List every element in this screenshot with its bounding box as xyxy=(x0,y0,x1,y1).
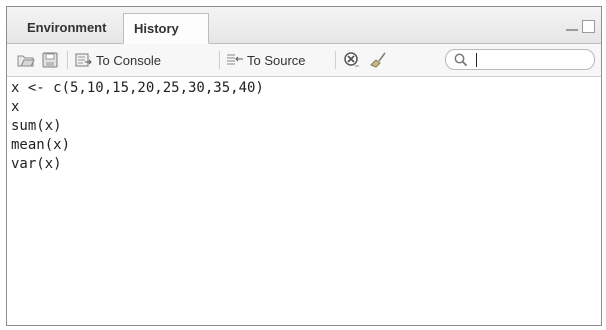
search-icon xyxy=(454,53,468,67)
history-search-input[interactable] xyxy=(445,49,595,70)
text-cursor xyxy=(476,53,477,67)
save-disk-icon xyxy=(42,52,58,68)
history-entry[interactable]: x <- c(5,10,15,20,25,30,35,40) xyxy=(11,79,597,98)
open-folder-icon xyxy=(17,55,35,67)
maximize-icon[interactable] xyxy=(582,20,595,33)
history-list[interactable]: x <- c(5,10,15,20,25,30,35,40) x sum(x) … xyxy=(11,79,597,321)
to-source-label: To Source xyxy=(247,52,306,68)
history-pane: Environment History To Console To Source… xyxy=(6,6,602,326)
tab-bar: Environment History xyxy=(7,7,601,44)
history-entry[interactable]: sum(x) xyxy=(11,117,597,136)
pane-window-controls xyxy=(566,20,595,33)
to-console-label: To Console xyxy=(96,52,162,68)
minimize-icon[interactable] xyxy=(566,20,578,31)
to-source-button[interactable]: To Source xyxy=(226,49,306,71)
save-history-button[interactable] xyxy=(41,49,59,71)
clear-history-button[interactable] xyxy=(370,49,388,71)
to-source-icon xyxy=(227,54,243,65)
to-console-button[interactable]: To Console xyxy=(75,49,161,71)
remove-entries-button[interactable] xyxy=(343,49,361,71)
history-entry[interactable]: var(x) xyxy=(11,155,597,174)
tab-environment[interactable]: Environment xyxy=(17,13,123,43)
to-console-icon xyxy=(75,53,92,67)
history-toolbar: To Console To Source xyxy=(7,44,601,77)
tab-history[interactable]: History xyxy=(123,13,209,44)
toolbar-separator xyxy=(67,51,68,69)
delete-entry-icon xyxy=(344,52,359,67)
broom-icon xyxy=(370,52,386,68)
load-history-button[interactable] xyxy=(17,49,35,71)
toolbar-separator xyxy=(335,51,336,69)
toolbar-separator xyxy=(219,51,220,69)
history-entry[interactable]: mean(x) xyxy=(11,136,597,155)
history-entry[interactable]: x xyxy=(11,98,597,117)
